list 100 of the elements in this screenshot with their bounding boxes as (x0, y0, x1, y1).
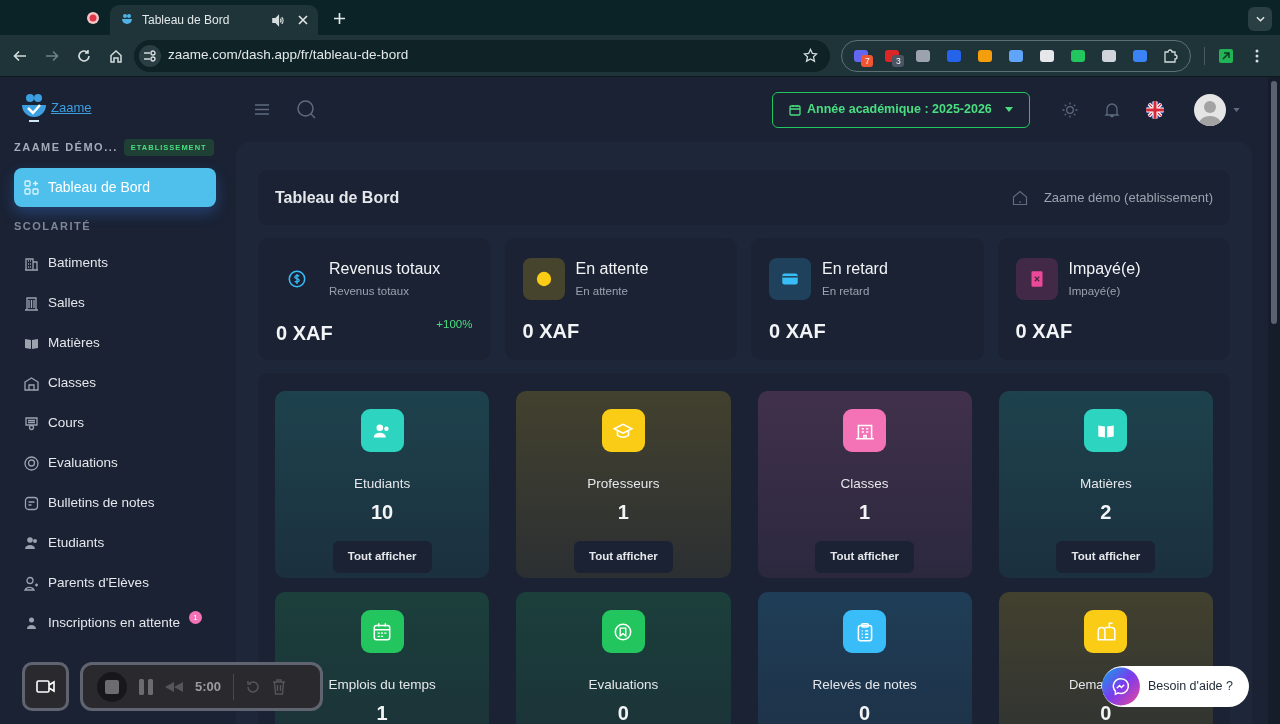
tile-label: Relevés de notes (812, 676, 917, 693)
view-all-button[interactable]: Tout afficher (573, 541, 673, 573)
nav-item[interactable]: Matières (14, 323, 216, 364)
stat-subtitle: Impayé(e) (1068, 284, 1122, 299)
tile-label: Dema (1068, 676, 1105, 693)
extension-icon[interactable] (1008, 47, 1024, 64)
user-icon (24, 575, 39, 591)
caret-icon[interactable] (1233, 107, 1240, 112)
tile-count: 1 (859, 500, 871, 525)
extension-icon[interactable] (1069, 47, 1086, 64)
nav-item[interactable]: Etudiants (14, 523, 216, 564)
tile-count: 0 (859, 701, 871, 724)
house-icon (1011, 189, 1028, 206)
section-label: SCOLARITÉ (14, 219, 93, 234)
nav-item[interactable]: Bulletins de notes (14, 483, 216, 524)
organization-name: ZAAME DÉMO... (14, 140, 118, 156)
stat-title: Revenus totaux (329, 259, 441, 279)
flag-icon[interactable] (1146, 100, 1164, 119)
extension-icon[interactable] (977, 47, 994, 64)
nav-item[interactable]: Salles (14, 283, 216, 324)
stat-title: Impayé(e) (1068, 259, 1141, 279)
close-icon[interactable] (298, 15, 308, 25)
view-all-button[interactable]: Tout afficher (815, 541, 914, 573)
tile-count: 10 (371, 500, 394, 525)
pause-icon[interactable] (139, 678, 153, 695)
star-icon[interactable] (803, 48, 818, 63)
extension-icon[interactable] (1100, 47, 1117, 64)
stat-amount: 0 XAF (522, 319, 581, 345)
stat-subtitle: En retard (822, 284, 871, 299)
tile-label: Emplois du temps (328, 676, 436, 693)
tab-list-button[interactable] (1248, 7, 1272, 31)
building-icon (24, 255, 39, 271)
stat-subtitle: En attente (575, 284, 629, 299)
school-icon (24, 375, 39, 391)
reload-icon[interactable] (77, 48, 91, 63)
change-percentage: +100% (436, 317, 473, 333)
stat-amount: 0 XAF (769, 319, 827, 345)
tile-count: 2 (1100, 500, 1112, 525)
more-icon[interactable] (1255, 48, 1259, 63)
users-icon (24, 535, 39, 551)
nav-item[interactable]: Classes (14, 363, 216, 404)
browser-tab[interactable]: Tableau de Bord (110, 5, 318, 35)
tile-label: Matières (1080, 475, 1132, 492)
certificate-icon (24, 415, 39, 431)
nav-item[interactable]: Parents d'Elèves (14, 563, 216, 604)
chevron-down-icon (1255, 16, 1265, 22)
page-title: Tableau de Bord (275, 187, 401, 208)
messenger-icon (1102, 666, 1140, 707)
menu-icon[interactable] (255, 104, 269, 115)
extension-icon[interactable] (1219, 48, 1233, 63)
restart-icon[interactable] (246, 679, 261, 694)
stat-title: En attente (575, 259, 649, 279)
nav-item[interactable]: Inscriptions en attente 1 (14, 603, 216, 644)
calendar-icon (789, 103, 801, 116)
extension-icon[interactable] (915, 47, 932, 64)
nav-item[interactable]: Batiments (14, 243, 216, 284)
help-button[interactable]: Besoin d'aide ? (1102, 666, 1249, 707)
academic-year-dropdown[interactable]: Année académique : 2025-2026 (772, 91, 1030, 128)
extension-icon[interactable] (1038, 47, 1055, 64)
url-text: zaame.com/dash.app/fr/tableau-de-bord (168, 46, 410, 65)
address-bar[interactable]: zaame.com/dash.app/fr/tableau-de-bord (134, 39, 830, 72)
user-icon (24, 615, 39, 631)
search-icon[interactable] (297, 100, 316, 119)
puzzle-icon[interactable] (1162, 47, 1179, 64)
view-all-button[interactable]: Tout afficher (1056, 541, 1156, 573)
sun-icon[interactable] (1062, 101, 1078, 118)
video-camera-icon (36, 680, 55, 693)
site-settings-icon[interactable] (139, 44, 161, 67)
tile-count: 1 (617, 500, 629, 525)
document-icon (24, 495, 39, 511)
tile-label: Classes (840, 475, 889, 492)
bell-icon[interactable] (1104, 101, 1120, 118)
badge-icon (24, 455, 39, 471)
home-icon[interactable] (109, 48, 123, 63)
avatar-icon[interactable] (1194, 93, 1226, 126)
scrollbar[interactable] (1268, 77, 1280, 724)
record-icon (86, 11, 100, 25)
forward-icon[interactable] (45, 48, 59, 63)
logo-icon (21, 93, 47, 123)
stop-button[interactable] (97, 671, 127, 702)
nav-item[interactable]: Cours (14, 403, 216, 444)
count-badge: 1 (189, 610, 203, 624)
stat-amount: 0 XAF (1015, 319, 1074, 345)
caret-icon (1005, 107, 1013, 112)
tile-count: 1 (376, 701, 388, 724)
tile-label: Professeurs (587, 475, 660, 492)
tile-count: 0 (617, 701, 629, 724)
speaker-icon[interactable] (271, 13, 284, 27)
nav-item[interactable]: Evaluations (14, 443, 216, 484)
stat-amount: 0 XAF (276, 320, 334, 346)
back-icon[interactable] (13, 48, 27, 63)
tile-label: Etudiants (353, 475, 411, 492)
camera-button[interactable] (22, 662, 69, 711)
view-all-button[interactable]: Tout afficher (332, 541, 432, 573)
stat-title: En retard (822, 259, 888, 279)
tab-title: Tableau de Bord (142, 12, 231, 29)
institution-name: Zaame démo (etablissement) (1043, 188, 1213, 207)
grid-icon (24, 180, 39, 196)
new-tab-icon[interactable] (334, 13, 345, 24)
building-icon (24, 295, 39, 311)
